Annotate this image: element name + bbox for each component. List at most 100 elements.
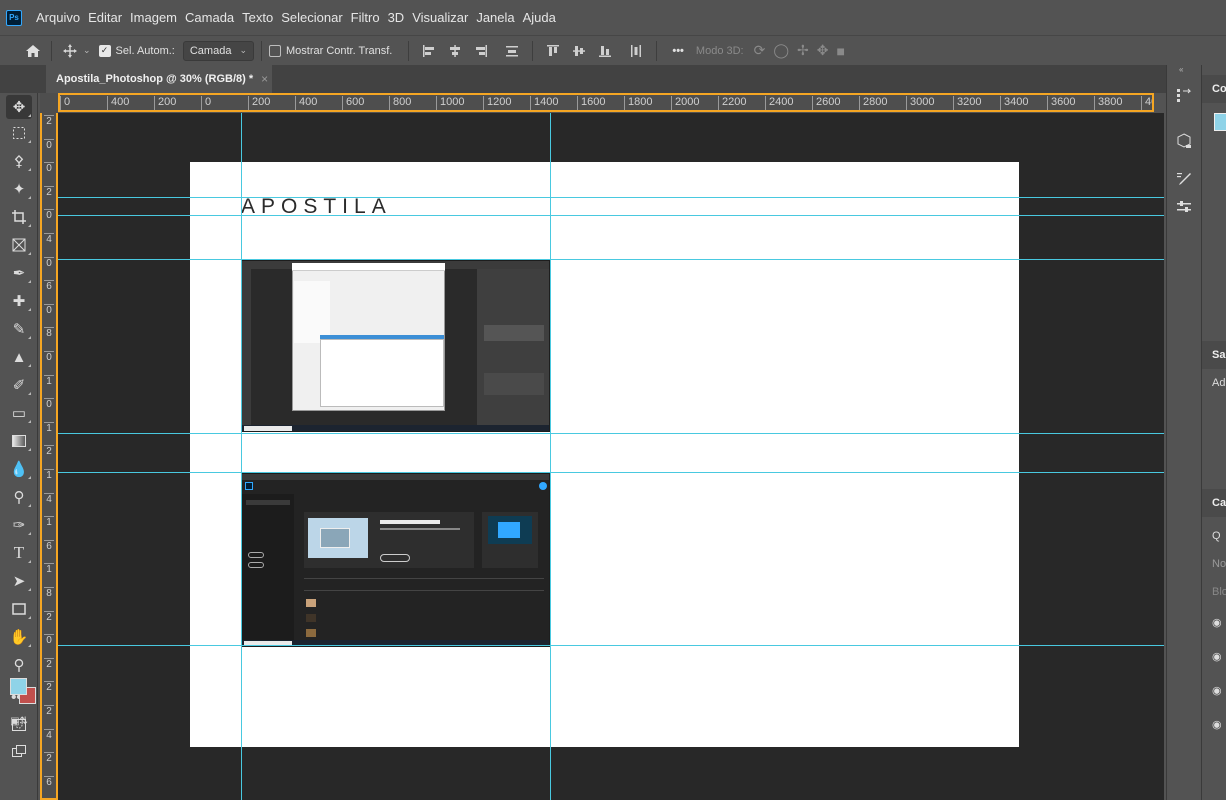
document-tab-strip: » Apostila_Photoshop @ 30% (RGB/8) * × xyxy=(0,65,1166,140)
ruler-h-tick-label: 600 xyxy=(342,96,364,110)
menu-arquivo[interactable]: Arquivo xyxy=(32,10,84,25)
ruler-h-tick-label: 3600 xyxy=(1047,96,1075,110)
eraser-icon[interactable]: ▭ xyxy=(6,401,32,425)
3d-panel-icon[interactable] xyxy=(1174,131,1194,151)
align-bottom-edges-icon[interactable] xyxy=(597,43,613,59)
document-canvas[interactable]: APOSTILA xyxy=(190,162,1019,747)
rectangular-marquee-icon[interactable] xyxy=(6,121,32,145)
panel-collapse-icon[interactable]: « xyxy=(1179,65,1183,74)
magic-wand-icon[interactable]: ✦ xyxy=(6,177,32,201)
align-vertical-centers-icon[interactable] xyxy=(571,43,587,59)
screen-mode-icon[interactable] xyxy=(6,739,32,763)
move-tool-icon[interactable] xyxy=(59,40,81,62)
guide-vertical[interactable] xyxy=(241,113,242,800)
ruler-h-tick-label: 2400 xyxy=(765,96,793,110)
menu-texto[interactable]: Texto xyxy=(238,10,277,25)
menu-janela[interactable]: Janela xyxy=(472,10,518,25)
type-tool-icon[interactable]: T xyxy=(6,541,32,565)
menu-selecionar[interactable]: Selecionar xyxy=(277,10,346,25)
healing-brush-icon[interactable]: ✚ xyxy=(6,289,32,313)
quick-mask-icon[interactable] xyxy=(6,713,32,737)
guide-horizontal[interactable] xyxy=(58,472,1164,473)
more-options-button[interactable]: ••• xyxy=(672,45,684,57)
ruler-v-tick-label: 4 xyxy=(44,233,54,245)
ruler-v-tick-label: 2 xyxy=(44,445,54,457)
layers-lock-label: Blo xyxy=(1212,586,1226,598)
history-brush-icon[interactable]: ✐ xyxy=(6,373,32,397)
auto-select-checkbox[interactable]: ✓ xyxy=(98,44,111,57)
layers-blend-mode[interactable]: No xyxy=(1212,558,1226,570)
align-top-edges-icon[interactable] xyxy=(545,43,561,59)
blur-drop-icon[interactable]: 💧 xyxy=(6,457,32,481)
color-panel-tab[interactable]: Co xyxy=(1202,75,1226,103)
ruler-v-tick-label: 2 xyxy=(44,610,54,623)
auto-select-target-dropdown[interactable]: Camada ⌄ xyxy=(182,40,254,61)
brush-icon[interactable]: ✎ xyxy=(6,317,32,341)
menu-ajuda[interactable]: Ajuda xyxy=(519,10,560,25)
tools-panel: ✥ ⚴ ✦ ✒ ✚ ✎ ▲ ✐ ▭ 💧 ⚲ ✑ T ➤ ✋ ⚲ ••• ▣⇅ xyxy=(0,93,38,800)
mode-3d-label: Modo 3D: xyxy=(695,44,744,57)
separator xyxy=(532,40,534,61)
distribute-vertical-icon[interactable] xyxy=(504,43,520,59)
align-horizontal-centers-icon[interactable] xyxy=(447,43,463,59)
brush-settings-icon[interactable] xyxy=(1174,169,1194,189)
slide-3d-icon: ✥ xyxy=(816,42,829,58)
clone-stamp-icon[interactable]: ▲ xyxy=(6,345,32,369)
rectangle-shape-icon[interactable] xyxy=(6,597,32,621)
guide-horizontal[interactable] xyxy=(58,197,1164,198)
home-icon[interactable] xyxy=(22,40,44,62)
ruler-v-tick-label: 2 xyxy=(44,681,54,693)
hand-icon[interactable]: ✋ xyxy=(6,625,32,649)
camera-3d-icon: ■ xyxy=(836,42,845,59)
chevron-down-icon[interactable]: ⌄ xyxy=(83,45,91,56)
guide-horizontal[interactable] xyxy=(58,433,1164,434)
color-panel-swatch[interactable] xyxy=(1214,113,1226,131)
ruler-h-tick-label: 0 xyxy=(201,96,211,110)
guide-horizontal[interactable] xyxy=(58,645,1164,646)
layers-filter-kind[interactable]: Q xyxy=(1212,530,1221,542)
canvas-workspace[interactable]: APOSTILA xyxy=(58,113,1164,800)
layer-visibility-eye-icon[interactable]: ◉ xyxy=(1212,616,1222,629)
horizontal-ruler[interactable]: 0 400 200 0 200 400 600 800 1000 1200 1400 1600 1800… xyxy=(58,93,1154,112)
guide-vertical[interactable] xyxy=(550,113,551,800)
lasso-icon[interactable]: ⚴ xyxy=(6,149,32,173)
history-panel-icon[interactable] xyxy=(1174,85,1194,105)
crop-icon[interactable] xyxy=(6,205,32,229)
menu-editar[interactable]: Editar xyxy=(84,10,126,25)
align-left-edges-icon[interactable] xyxy=(421,43,437,59)
menu-visualizar[interactable]: Visualizar xyxy=(408,10,472,25)
layer-visibility-eye-icon[interactable]: ◉ xyxy=(1212,650,1222,663)
ruler-h-tick-label: 200 xyxy=(154,96,176,110)
document-tab[interactable]: Apostila_Photoshop @ 30% (RGB/8) * × xyxy=(46,65,272,93)
menu-filtro[interactable]: Filtro xyxy=(347,10,384,25)
foreground-color-swatch[interactable] xyxy=(10,678,27,695)
guide-horizontal[interactable] xyxy=(58,215,1164,216)
zoom-icon[interactable]: ⚲ xyxy=(6,653,32,677)
layers-panel-tab[interactable]: Ca xyxy=(1202,489,1226,517)
frame-icon[interactable] xyxy=(6,233,32,257)
close-icon[interactable]: × xyxy=(261,72,268,86)
dodge-icon[interactable]: ⚲ xyxy=(6,485,32,509)
path-selection-icon[interactable]: ➤ xyxy=(6,569,32,593)
pen-icon[interactable]: ✑ xyxy=(6,513,32,537)
align-right-edges-icon[interactable] xyxy=(473,43,489,59)
separator xyxy=(51,40,52,61)
layer-visibility-eye-icon[interactable]: ◉ xyxy=(1212,718,1222,731)
show-transform-checkbox[interactable] xyxy=(268,44,281,57)
vertical-ruler[interactable]: 2 0 0 2 0 4 0 6 0 8 0 1 0 1 2 1 4 1 6 1 8 2 0 2 2 2 4 2 6 xyxy=(40,113,58,800)
gradient-icon[interactable] xyxy=(6,429,32,453)
eyedropper-icon[interactable]: ✒ xyxy=(6,261,32,285)
adjustments-sliders-icon[interactable] xyxy=(1174,197,1194,217)
menu-camada[interactable]: Camada xyxy=(181,10,238,25)
ruler-origin[interactable] xyxy=(40,93,58,113)
ruler-v-tick-label: 0 xyxy=(44,256,54,269)
layer-visibility-eye-icon[interactable]: ◉ xyxy=(1212,684,1222,697)
screenshot-image-home-screen xyxy=(241,473,550,647)
swatches-panel-tab[interactable]: Sa xyxy=(1202,341,1226,369)
move-tool-icon[interactable]: ✥ xyxy=(6,95,32,119)
menu-imagem[interactable]: Imagem xyxy=(126,10,181,25)
distribute-horizontal-icon[interactable] xyxy=(628,43,644,59)
menu-3d[interactable]: 3D xyxy=(384,10,409,25)
guide-horizontal[interactable] xyxy=(58,259,1164,260)
ruler-v-tick-label: 1 xyxy=(44,469,54,481)
